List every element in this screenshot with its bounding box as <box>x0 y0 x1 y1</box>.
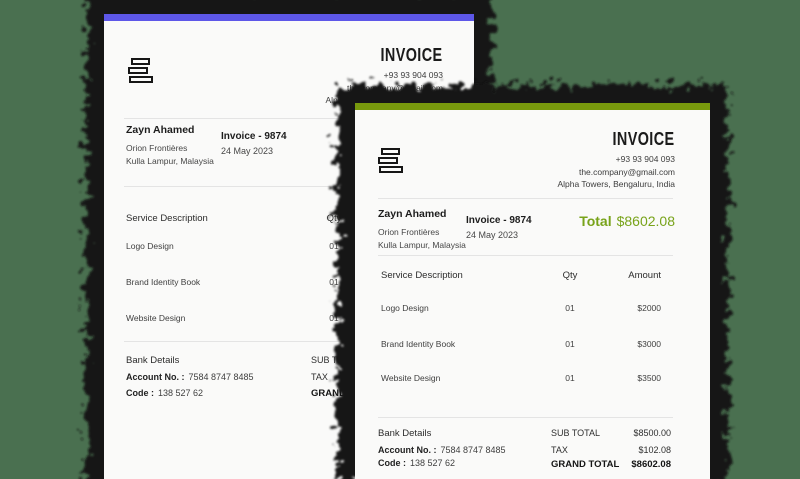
bank-code-line: Code : 138 527 62 <box>378 458 455 468</box>
divider <box>378 255 673 256</box>
service-description: Brand Identity Book <box>126 277 201 287</box>
bank-details-title: Bank Details <box>378 428 432 439</box>
bank-account-line: Account No. :7584 8747 8485 <box>126 372 254 382</box>
table-header-description: Service Description <box>381 270 463 281</box>
bank-details-title: Bank Details <box>126 355 180 366</box>
account-number-value: 7584 8747 8485 <box>440 445 506 455</box>
logo-bar-icon <box>131 58 150 65</box>
bank-code-value: 138 527 62 <box>410 458 456 468</box>
invoice-title: INVOICE <box>612 129 675 149</box>
amount-cell: $3000 <box>637 339 661 349</box>
bank-code-line: Code : 138 527 62 <box>126 388 203 398</box>
client-block: Zayn Ahamed Orion Frontières Kulla Lampu… <box>378 208 466 253</box>
front-invoice-document: INVOICE +93 93 904 093 the.company@gmail… <box>355 103 710 479</box>
service-description: Logo Design <box>381 303 429 313</box>
client-block: Zayn Ahamed Orion Frontières Kulla Lampu… <box>126 124 214 169</box>
client-company: Orion Frontières <box>126 142 188 153</box>
subtotal-label: SUB TOTAL <box>551 428 601 438</box>
tax-label: TAX <box>311 372 328 382</box>
company-address: Alpha Towers, Bengaluru, India <box>557 179 675 189</box>
tax-row: TAX $102.08 <box>551 445 671 455</box>
qty-cell: 01 <box>565 303 575 313</box>
tax-label: TAX <box>551 445 568 455</box>
client-location: Kulla Lampur, Malaysia <box>378 240 466 250</box>
invoice-header: INVOICE +93 93 904 093 the.company@gmail… <box>325 45 443 107</box>
subtotal-label: SUB TOTAL <box>311 355 361 365</box>
amount-cell: $3500 <box>637 373 661 383</box>
table-row: Website Design 01 $3500 <box>381 373 661 383</box>
grand-total-label: GRAND TOTAL <box>551 459 620 470</box>
table-header-description: Service Description <box>126 213 208 224</box>
invoice-title: INVOICE <box>380 45 443 65</box>
account-number-label: Account No. : <box>378 445 437 455</box>
invoice-date: 24 May 2023 <box>221 146 274 156</box>
client-location: Kulla Lampur, Malaysia <box>126 156 214 166</box>
service-description: Logo Design <box>126 241 174 251</box>
logo-bar-icon <box>129 76 153 83</box>
table-row: Brand Identity Book 01 $3000 <box>381 339 661 349</box>
tax-value: $102.08 <box>638 445 671 455</box>
total-value: $8602.08 <box>616 213 675 229</box>
bank-code-value: 138 527 62 <box>158 388 204 398</box>
account-number-label: Account No. : <box>126 372 185 382</box>
bank-account-line: Account No. :7584 8747 8485 <box>378 445 506 455</box>
company-phone: +93 93 904 093 <box>615 154 675 164</box>
bank-code-label: Code : <box>378 458 406 468</box>
company-logo-icon <box>378 148 403 175</box>
service-description: Website Design <box>381 373 441 383</box>
back-accent-bar <box>104 14 474 21</box>
service-description: Website Design <box>126 313 186 323</box>
invoice-meta-block: Invoice - 9874 24 May 2023 <box>466 215 532 240</box>
qty-cell: 01 <box>565 373 575 383</box>
company-phone: +93 93 904 093 <box>383 70 443 80</box>
service-description: Brand Identity Book <box>381 339 456 349</box>
qty-cell: 01 <box>565 339 575 349</box>
company-email: the.company@gmail.com <box>346 82 443 93</box>
invoice-header: INVOICE +93 93 904 093 the.company@gmail… <box>557 129 675 191</box>
client-company: Orion Frontières <box>378 226 440 237</box>
amount-cell: $2000 <box>637 303 661 313</box>
invoice-number: Invoice - 9874 <box>221 131 287 142</box>
table-header-row: Service Description Qty Amount <box>381 270 661 281</box>
grand-total-row: GRAND TOTAL $8602.08 <box>551 459 671 470</box>
logo-bar-icon <box>128 67 148 74</box>
grand-total-value: $8602.08 <box>631 459 671 470</box>
account-number-value: 7584 8747 8485 <box>188 372 254 382</box>
invoice-number: Invoice - 9874 <box>466 215 532 226</box>
divider <box>378 198 673 199</box>
table-row: Logo Design 01 $2000 <box>381 303 661 313</box>
total-label: Total <box>579 213 612 229</box>
invoice-meta-block: Invoice - 9874 24 May 2023 <box>221 131 287 156</box>
table-header-qty: Qty <box>562 270 578 281</box>
front-accent-bar <box>355 103 710 110</box>
logo-bar-icon <box>379 166 403 173</box>
page-canvas: INVOICE +93 93 904 093 the.company@gmail… <box>0 0 800 479</box>
invoice-date: 24 May 2023 <box>466 230 519 240</box>
client-name: Zayn Ahamed <box>126 124 195 136</box>
bank-code-label: Code : <box>126 388 154 398</box>
company-logo-icon <box>128 58 153 85</box>
company-email: the.company@gmail.com <box>578 166 675 177</box>
subtotal-value: $8500.00 <box>633 428 671 438</box>
logo-bar-icon <box>381 148 400 155</box>
client-name: Zayn Ahamed <box>378 208 447 220</box>
table-header-amount: Amount <box>628 270 661 281</box>
logo-bar-icon <box>378 157 398 164</box>
subtotal-row: SUB TOTAL $8500.00 <box>551 428 671 438</box>
total-summary: Total $8602.08 <box>579 213 675 229</box>
divider <box>378 417 673 418</box>
